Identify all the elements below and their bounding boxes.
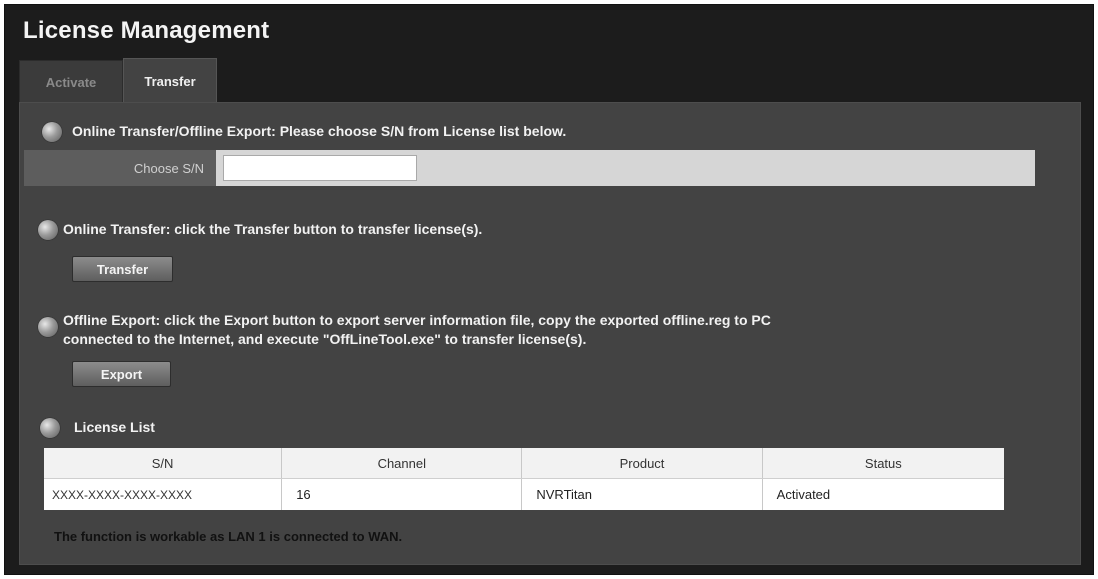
column-header-channel: Channel <box>281 448 523 479</box>
round-bullet-icon <box>38 317 58 337</box>
round-bullet-icon <box>40 418 60 438</box>
choose-sn-row: Choose S/N <box>24 150 1035 186</box>
offline-export-instruction-line2: connected to the Internet, and execute "… <box>63 331 587 347</box>
license-list-title: License List <box>74 419 155 435</box>
license-table: S/N Channel Product Status XXXX-XXXX-XXX… <box>44 448 1004 510</box>
choose-sn-label: Choose S/N <box>24 150 216 186</box>
cell-product: NVRTitan <box>521 478 763 510</box>
license-management-window: License Management Activate Transfer Onl… <box>4 4 1094 575</box>
tab-activate[interactable]: Activate <box>19 60 123 103</box>
round-bullet-icon <box>42 122 62 142</box>
cell-channel: 16 <box>281 478 523 510</box>
cell-sn: XXXX-XXXX-XXXX-XXXX <box>44 478 283 510</box>
choose-sn-input[interactable] <box>223 155 417 181</box>
column-header-status: Status <box>762 448 1004 479</box>
column-header-sn: S/N <box>44 448 283 479</box>
wan-note: The function is workable as LAN 1 is con… <box>54 529 403 544</box>
round-bullet-icon <box>38 220 58 240</box>
table-header-row: S/N Channel Product Status <box>44 448 1004 479</box>
transfer-button[interactable]: Transfer <box>72 256 173 282</box>
cell-status: Activated <box>762 478 1004 510</box>
table-row[interactable]: XXXX-XXXX-XXXX-XXXX 16 NVRTitan Activate… <box>44 478 1004 510</box>
export-button[interactable]: Export <box>72 361 171 387</box>
choose-sn-instruction: Online Transfer/Offline Export: Please c… <box>72 123 567 139</box>
column-header-product: Product <box>521 448 763 479</box>
tab-transfer[interactable]: Transfer <box>123 58 217 104</box>
online-transfer-instruction: Online Transfer: click the Transfer butt… <box>63 221 483 237</box>
transfer-panel: Online Transfer/Offline Export: Please c… <box>19 102 1081 565</box>
page-title: License Management <box>23 17 270 44</box>
offline-export-instruction-line1: Offline Export: click the Export button … <box>63 312 771 328</box>
